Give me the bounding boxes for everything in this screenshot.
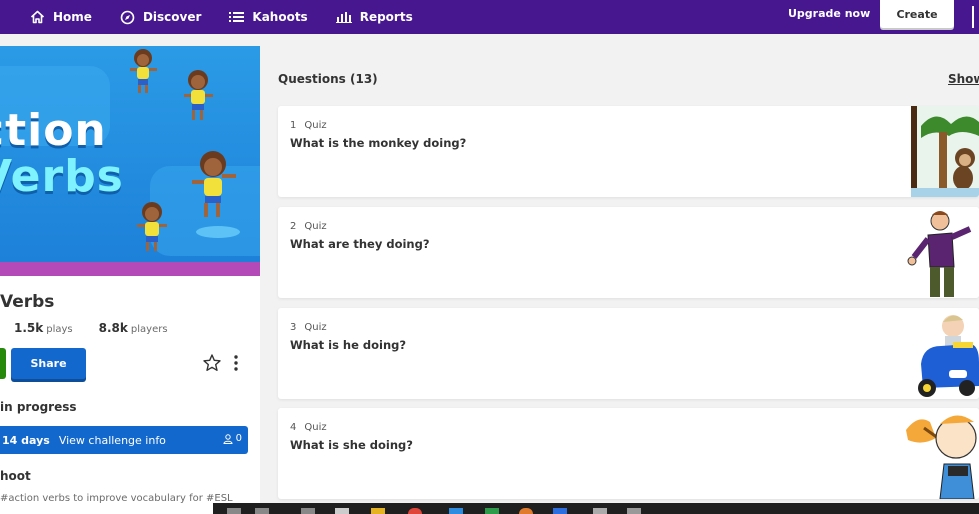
- question-card-4[interactable]: 4 Quiz What is she doing?: [278, 408, 979, 499]
- kahoot-title: Verbs: [0, 292, 55, 312]
- create-button[interactable]: Create: [880, 0, 954, 28]
- question-card-3[interactable]: 3 Quiz What is he doing?: [278, 308, 979, 399]
- star-icon[interactable]: [202, 353, 222, 373]
- question-meta: 4 Quiz: [290, 422, 327, 433]
- kahoot-cover-image: ction Verbs: [0, 46, 260, 276]
- nav-reports[interactable]: Reports: [322, 0, 427, 34]
- question-card-2[interactable]: 2 Quiz What are they doing?: [278, 207, 979, 298]
- task-view-icon[interactable]: [255, 508, 269, 514]
- baby-car-image: [915, 308, 979, 399]
- nav-home[interactable]: Home: [16, 0, 106, 34]
- question-type: Quiz: [304, 422, 327, 433]
- plays-stat: 1.5k plays: [14, 321, 73, 335]
- folder-icon[interactable]: [371, 508, 385, 514]
- question-number: 3: [290, 322, 297, 333]
- show-answers-link[interactable]: Show: [948, 72, 979, 86]
- more-options-icon[interactable]: [230, 353, 242, 373]
- question-type: Quiz: [304, 120, 327, 131]
- nav-kahoots[interactable]: Kahoots: [215, 0, 321, 34]
- share-button[interactable]: Share: [11, 348, 86, 379]
- app-icon[interactable]: [449, 508, 463, 514]
- cover-title-line2: Verbs: [0, 151, 124, 202]
- misc-icon[interactable]: [627, 508, 641, 514]
- question-type: Quiz: [304, 322, 327, 333]
- nav-discover-label: Discover: [142, 10, 202, 24]
- players-stat: 8.8k players: [99, 321, 168, 335]
- about-kahoot-heading: hoot: [0, 469, 31, 483]
- players-label: players: [130, 324, 168, 335]
- compass-icon: [120, 10, 135, 24]
- tool-icon[interactable]: [593, 508, 607, 514]
- question-text: What is the monkey doing?: [290, 136, 467, 150]
- question-card-1[interactable]: 1 Quiz What is the monkey doing?: [278, 106, 979, 197]
- home-icon: [30, 10, 45, 24]
- media-icon[interactable]: [519, 508, 533, 514]
- search-icon[interactable]: [227, 508, 241, 514]
- settings-icon[interactable]: [301, 508, 315, 514]
- questions-header: Questions (13): [278, 72, 378, 86]
- question-number: 1: [290, 120, 297, 131]
- kahoot-details-panel: ction Verbs Verbs 1.5kplays 8.8kplayers …: [0, 46, 260, 514]
- girl-image: [904, 408, 979, 499]
- players-value: 8.8k: [98, 321, 128, 335]
- in-progress-heading: in progress: [0, 400, 77, 414]
- nav-kahoots-label: Kahoots: [252, 10, 308, 24]
- user-icon: [223, 433, 233, 444]
- taskbar: [213, 503, 979, 514]
- cover-strip: [0, 262, 260, 276]
- plays-label: plays: [46, 324, 73, 335]
- question-type: Quiz: [304, 221, 327, 232]
- view-challenge-info-link[interactable]: View challenge info: [59, 434, 166, 447]
- top-nav-bar: Home Discover Kahoots Reports Upgrade no…: [0, 0, 979, 34]
- nav-discover[interactable]: Discover: [106, 0, 215, 34]
- list-icon: [229, 12, 245, 22]
- spreadsheet-icon[interactable]: [485, 508, 499, 514]
- question-number: 2: [290, 221, 297, 232]
- plays-value: 1.5k: [14, 321, 44, 335]
- upgrade-now-link[interactable]: Upgrade now: [788, 0, 870, 28]
- monkey-image: [911, 106, 979, 197]
- challenge-banner[interactable]: 14 days View challenge info 0: [0, 426, 248, 454]
- challenge-player-count: 0: [223, 433, 242, 444]
- cover-title: ction Verbs: [0, 108, 124, 200]
- challenge-days: 14 days: [2, 433, 50, 447]
- challenge-count-value: 0: [235, 433, 242, 444]
- question-meta: 2 Quiz: [290, 221, 327, 232]
- store-icon[interactable]: [553, 508, 567, 514]
- question-text: What are they doing?: [290, 237, 430, 251]
- nav-home-label: Home: [53, 10, 92, 24]
- window-icon[interactable]: [335, 508, 349, 514]
- people-image: [900, 207, 979, 298]
- nav-reports-label: Reports: [359, 10, 413, 24]
- browser-icon[interactable]: [408, 508, 422, 514]
- bar-chart-icon: [335, 12, 352, 23]
- question-text: What is he doing?: [290, 338, 407, 352]
- kahoot-description: #action verbs to improve vocabulary for …: [0, 493, 233, 504]
- kahoot-stats: 1.5k plays 8.8k players: [14, 321, 168, 335]
- question-meta: 3 Quiz: [290, 322, 327, 333]
- question-meta: 1 Quiz: [290, 120, 327, 131]
- question-text: What is she doing?: [290, 438, 413, 452]
- question-number: 4: [290, 422, 297, 433]
- topbar-divider: [972, 6, 974, 28]
- play-button[interactable]: [0, 348, 6, 379]
- cover-title-line1: ction: [0, 105, 107, 156]
